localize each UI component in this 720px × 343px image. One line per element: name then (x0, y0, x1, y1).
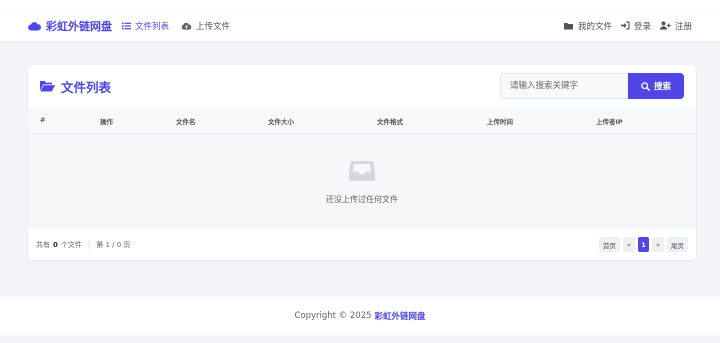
divider: | (87, 240, 91, 249)
nav-upload[interactable]: 上传文件 (181, 20, 230, 32)
table-header: # 操作 文件名 文件大小 文件格式 上传时间 上传者IP (28, 107, 696, 133)
search-box: 搜索 (500, 73, 684, 99)
nav-file-list[interactable]: 文件列表 (122, 20, 169, 32)
search-button[interactable]: 搜索 (628, 73, 684, 99)
column-header-uploader-ip: 上传者IP (596, 118, 623, 126)
nav-login[interactable]: 登录 (620, 20, 651, 32)
file-count-value: 0 (53, 240, 58, 249)
cloud-icon (28, 21, 41, 31)
column-header-upload-time: 上传时间 (487, 118, 513, 126)
table-body: 还没上传过任何文件 (28, 133, 696, 229)
footer-brand-link[interactable]: 彩虹外链网盘 (375, 310, 426, 322)
page-info: 第 1 / 0 页 (96, 240, 131, 249)
search-button-label: 搜索 (653, 82, 671, 92)
nav-my-files[interactable]: 我的文件 (563, 20, 612, 32)
last-page-button[interactable]: 尾页 (667, 237, 688, 252)
folder-icon (563, 22, 573, 29)
page-title-text: 文件列表 (61, 79, 112, 95)
page-footer: Copyright © 2025 彩虹外链网盘 (0, 297, 720, 335)
sign-in-icon (620, 21, 630, 30)
first-page-button[interactable]: 首页 (599, 237, 621, 252)
navbar: 彩虹外链网盘 文件列表 上传文件 我的文件 登录 注册 (0, 10, 720, 41)
top-strip (0, 0, 720, 10)
folder-open-icon (40, 81, 55, 92)
cloud-upload-icon (181, 22, 192, 30)
card-footer: 共有 0 个文件 | 第 1 / 0 页 首页 « 1 » 尾页 (28, 229, 696, 260)
nav-login-label: 登录 (633, 21, 651, 32)
brand[interactable]: 彩虹外链网盘 (28, 18, 112, 34)
empty-state-text: 还没上传过任何文件 (326, 195, 398, 204)
nav-register-label: 注册 (674, 21, 692, 32)
brand-name: 彩虹外链网盘 (46, 19, 112, 33)
pagination: 首页 « 1 » 尾页 (599, 237, 688, 252)
card-header: 文件列表 搜索 (28, 65, 696, 107)
copyright-text: Copyright © 2025 (294, 311, 372, 321)
file-list-card: 文件列表 搜索 # 操作 文件名 文件大小 文件格式 上传时间 上传者IP 还没… (28, 65, 696, 260)
user-plus-icon (659, 21, 671, 30)
file-count: 共有 0 个文件 | 第 1 / 0 页 (36, 240, 130, 250)
list-icon (122, 22, 131, 29)
inbox-icon (349, 161, 375, 181)
nav-my-files-label: 我的文件 (577, 21, 612, 32)
column-header-format: 文件格式 (377, 118, 403, 126)
search-icon (641, 81, 650, 91)
column-header-filesize: 文件大小 (268, 118, 294, 126)
nav-register[interactable]: 注册 (659, 20, 692, 32)
file-count-prefix: 共有 (36, 240, 50, 249)
column-header-index: # (40, 116, 46, 124)
search-input[interactable] (500, 73, 628, 99)
file-count-unit: 个文件 (60, 240, 82, 249)
prev-page-button[interactable]: « (623, 237, 636, 252)
page-title: 文件列表 (40, 77, 111, 96)
column-header-actions: 操作 (100, 118, 113, 126)
nav-upload-label: 上传文件 (196, 21, 231, 32)
next-page-button[interactable]: » (652, 237, 664, 252)
current-page-button[interactable]: 1 (638, 237, 650, 252)
column-header-filename: 文件名 (176, 118, 196, 126)
nav-file-list-label: 文件列表 (135, 21, 170, 32)
